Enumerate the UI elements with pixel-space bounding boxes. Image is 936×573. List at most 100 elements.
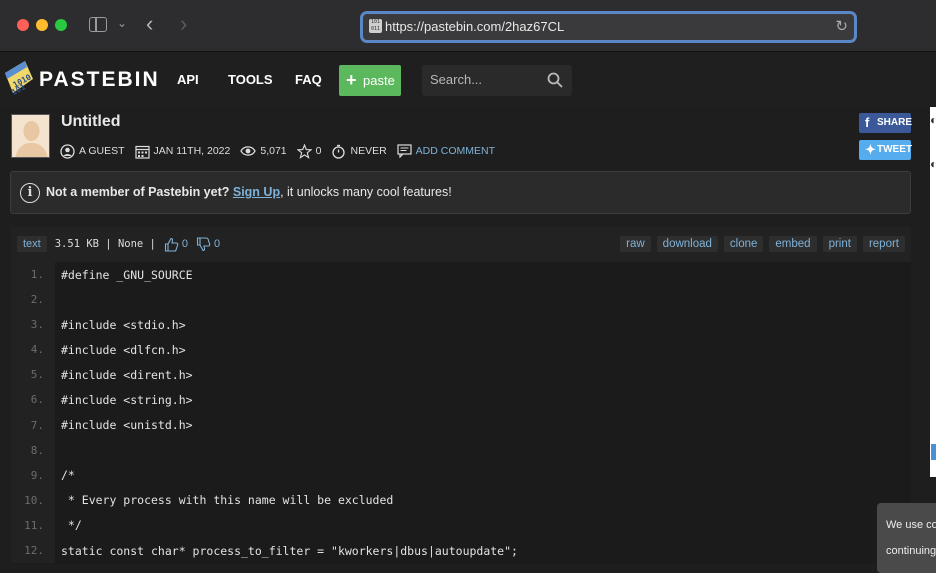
pastebin-logo-icon[interactable]: 1010 101 — [3, 59, 35, 97]
reload-icon[interactable]: ↻ — [835, 17, 848, 35]
notice-suffix: , it unlocks many cool features! — [280, 185, 452, 199]
line-text: /* — [61, 468, 75, 483]
line-text: #define _GNU_SOURCE — [61, 267, 193, 282]
site-logo-text[interactable]: PASTEBIN — [39, 68, 160, 92]
ad-close-icon[interactable]: ◐ — [930, 157, 936, 171]
twitter-icon: ✦ — [865, 142, 876, 157]
paste-expiry: NEVER — [350, 145, 387, 157]
nav-api[interactable]: API — [177, 72, 199, 87]
line-number: 10. — [11, 487, 55, 513]
search-input[interactable] — [430, 72, 540, 87]
eye-icon — [240, 146, 257, 156]
close-window-button[interactable] — [17, 19, 29, 31]
line-number: 1. — [11, 262, 55, 288]
sign-up-link[interactable]: Sign Up — [233, 185, 280, 199]
code-line: 5. #include <dirent.h> — [11, 362, 911, 388]
guest-avatar-icon — [12, 115, 49, 157]
ad-accent — [931, 444, 936, 460]
minimize-window-button[interactable] — [36, 19, 48, 31]
code-panel: text 3.51 KB | None | 0 0 raw download c… — [11, 227, 911, 564]
calendar-icon — [134, 145, 150, 159]
ad-info-icon[interactable]: ◐ — [930, 113, 936, 127]
report-button[interactable]: report — [862, 236, 905, 252]
stars-meta[interactable]: 0 — [296, 143, 322, 159]
line-number: 11. — [11, 512, 55, 539]
line-number: 7. — [11, 412, 55, 438]
code-toolbar: text 3.51 KB | None | 0 0 raw download c… — [11, 227, 911, 262]
code-line: 6. #include <string.h> — [11, 387, 911, 413]
cookie-banner[interactable]: We use co continuing — [877, 503, 936, 573]
avatar[interactable] — [11, 114, 50, 158]
nav-faq[interactable]: FAQ — [295, 72, 322, 87]
code-line: 7. #include <unistd.h> — [11, 412, 911, 438]
view-count: 5,071 — [260, 145, 287, 157]
line-text: #include <dirent.h> — [61, 367, 193, 382]
line-number: 6. — [11, 387, 55, 413]
code-line: 3. #include <stdio.h> — [11, 312, 911, 338]
info-icon: i — [20, 183, 40, 203]
paste-meta: A GUEST JAN 11TH, 2022 5,071 0 NEVER ADD… — [60, 142, 505, 160]
star-icon[interactable] — [296, 143, 312, 159]
add-comment-link[interactable]: ADD COMMENT — [416, 145, 495, 157]
print-button[interactable]: print — [822, 236, 857, 252]
facebook-share-button[interactable]: f SHARE — [859, 113, 913, 133]
download-button[interactable]: download — [656, 236, 718, 252]
search-box — [422, 65, 572, 96]
new-paste-button[interactable]: + paste — [339, 65, 401, 96]
thumbs-down-icon — [196, 236, 211, 251]
code-line: 12. static const char* process_to_filter … — [11, 538, 911, 564]
clone-button[interactable]: clone — [723, 236, 764, 252]
site-header: 1010 101 PASTEBIN API TOOLS FAQ + paste — [0, 53, 936, 107]
line-number: 12. — [11, 538, 55, 564]
code-line: 2. — [11, 287, 911, 313]
url-text[interactable]: https://pastebin.com/2haz67CL — [385, 19, 564, 34]
syntax-label[interactable]: text — [17, 236, 47, 252]
sidebar-toggle-icon[interactable] — [89, 17, 107, 32]
back-arrow-icon[interactable]: ‹ — [146, 11, 153, 37]
line-text: #include <stdio.h> — [61, 317, 186, 332]
search-icon[interactable] — [547, 72, 563, 88]
like-count: 0 — [181, 238, 189, 250]
cookie-text-line2: continuing — [886, 545, 936, 557]
share-label: SHARE — [877, 117, 913, 128]
like-button[interactable]: 0 — [164, 237, 188, 252]
comment-meta[interactable]: ADD COMMENT — [397, 144, 495, 158]
code-line: 10. * Every process with this name will … — [11, 487, 911, 513]
notice-text: Not a member of Pastebin yet? Sign Up, i… — [46, 185, 452, 199]
code-actions: raw download clone embed print report — [614, 236, 905, 252]
forward-arrow-icon[interactable]: › — [180, 11, 187, 37]
embed-button[interactable]: embed — [769, 236, 817, 252]
code-line: 1. #define _GNU_SOURCE — [11, 262, 911, 288]
code-line: 8. — [11, 437, 911, 463]
author-meta: A GUEST — [60, 143, 125, 159]
dislike-count: 0 — [214, 238, 221, 250]
new-paste-label: paste — [363, 73, 395, 88]
browser-toolbar: ⌄ ‹ › 101 011 https://pastebin.com/2haz67… — [0, 0, 936, 52]
line-text: */ — [61, 518, 82, 533]
cookie-text-line1: We use co — [886, 519, 936, 531]
line-number: 9. — [11, 462, 55, 488]
paste-info: Untitled A GUEST JAN 11TH, 2022 5,071 0 … — [0, 107, 936, 167]
views-meta: 5,071 — [240, 145, 287, 157]
dislike-button[interactable]: 0 — [196, 236, 221, 252]
plus-icon: + — [346, 70, 357, 90]
code-lines: 1. #define _GNU_SOURCE 2. 3. #include <std… — [11, 262, 911, 564]
raw-button[interactable]: raw — [620, 236, 651, 252]
line-text: * Every process with this name will be e… — [61, 493, 394, 508]
line-text: static const char* process_to_filter = "… — [61, 543, 518, 558]
paste-title: Untitled — [61, 113, 121, 130]
author-name: A GUEST — [79, 145, 125, 157]
line-text: #include <unistd.h> — [61, 418, 193, 433]
code-info: text 3.51 KB | None | 0 0 — [17, 236, 220, 252]
maximize-window-button[interactable] — [55, 19, 67, 31]
nav-tools[interactable]: TOOLS — [228, 72, 273, 87]
twitter-tweet-button[interactable]: ✦ TWEET — [859, 140, 912, 160]
thumbs-up-icon — [164, 237, 179, 252]
line-number: 5. — [11, 362, 55, 388]
date-meta: JAN 11TH, 2022 — [134, 144, 230, 159]
line-number: 3. — [11, 312, 55, 338]
code-line: 9. /* — [11, 462, 911, 488]
chevron-down-icon[interactable]: ⌄ — [117, 16, 127, 30]
star-count: 0 — [315, 145, 322, 157]
address-bar[interactable]: 101 011 https://pastebin.com/2haz67CL ↻ — [360, 11, 857, 43]
